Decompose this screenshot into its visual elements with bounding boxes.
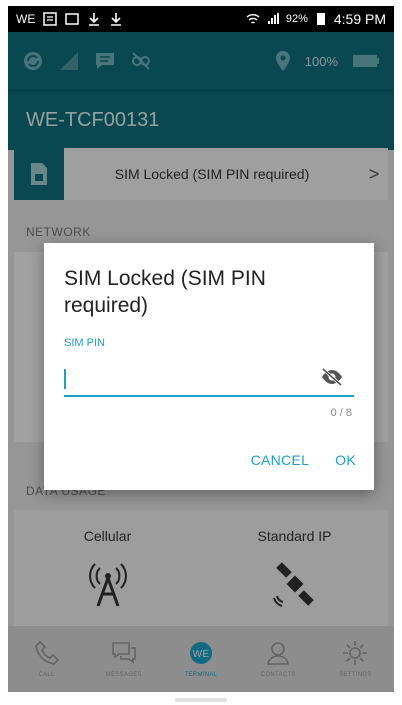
download-icon	[89, 13, 100, 26]
dialog-title: SIM Locked (SIM PIN required)	[64, 267, 266, 317]
input-underline	[64, 395, 354, 397]
sim-pin-input[interactable]	[64, 363, 334, 391]
sim-pin-dialog: SIM Locked (SIM PIN required) SIM PIN 0 …	[44, 243, 374, 490]
signal-icon	[267, 13, 279, 24]
image-icon	[65, 13, 80, 25]
visibility-off-icon[interactable]	[320, 367, 344, 387]
cancel-button[interactable]: CANCEL	[251, 452, 310, 468]
we-notification-icon: WE	[16, 12, 36, 26]
notification-icon	[43, 12, 58, 26]
sim-pin-field	[64, 363, 354, 397]
battery-icon	[316, 13, 325, 25]
dialog-actions: CANCEL OK	[251, 452, 356, 468]
home-indicator	[175, 698, 227, 702]
download-icon	[111, 13, 122, 26]
ok-button[interactable]: OK	[335, 452, 356, 468]
sim-pin-label: SIM PIN	[64, 337, 105, 349]
wifi-icon	[246, 14, 260, 24]
battery-percent: 92%	[285, 13, 308, 25]
clock: 4:59 PM	[333, 11, 386, 27]
status-bar: WE 92% 4:59 PM	[8, 6, 394, 32]
text-cursor	[64, 369, 66, 389]
character-counter: 0 / 8	[330, 407, 352, 419]
